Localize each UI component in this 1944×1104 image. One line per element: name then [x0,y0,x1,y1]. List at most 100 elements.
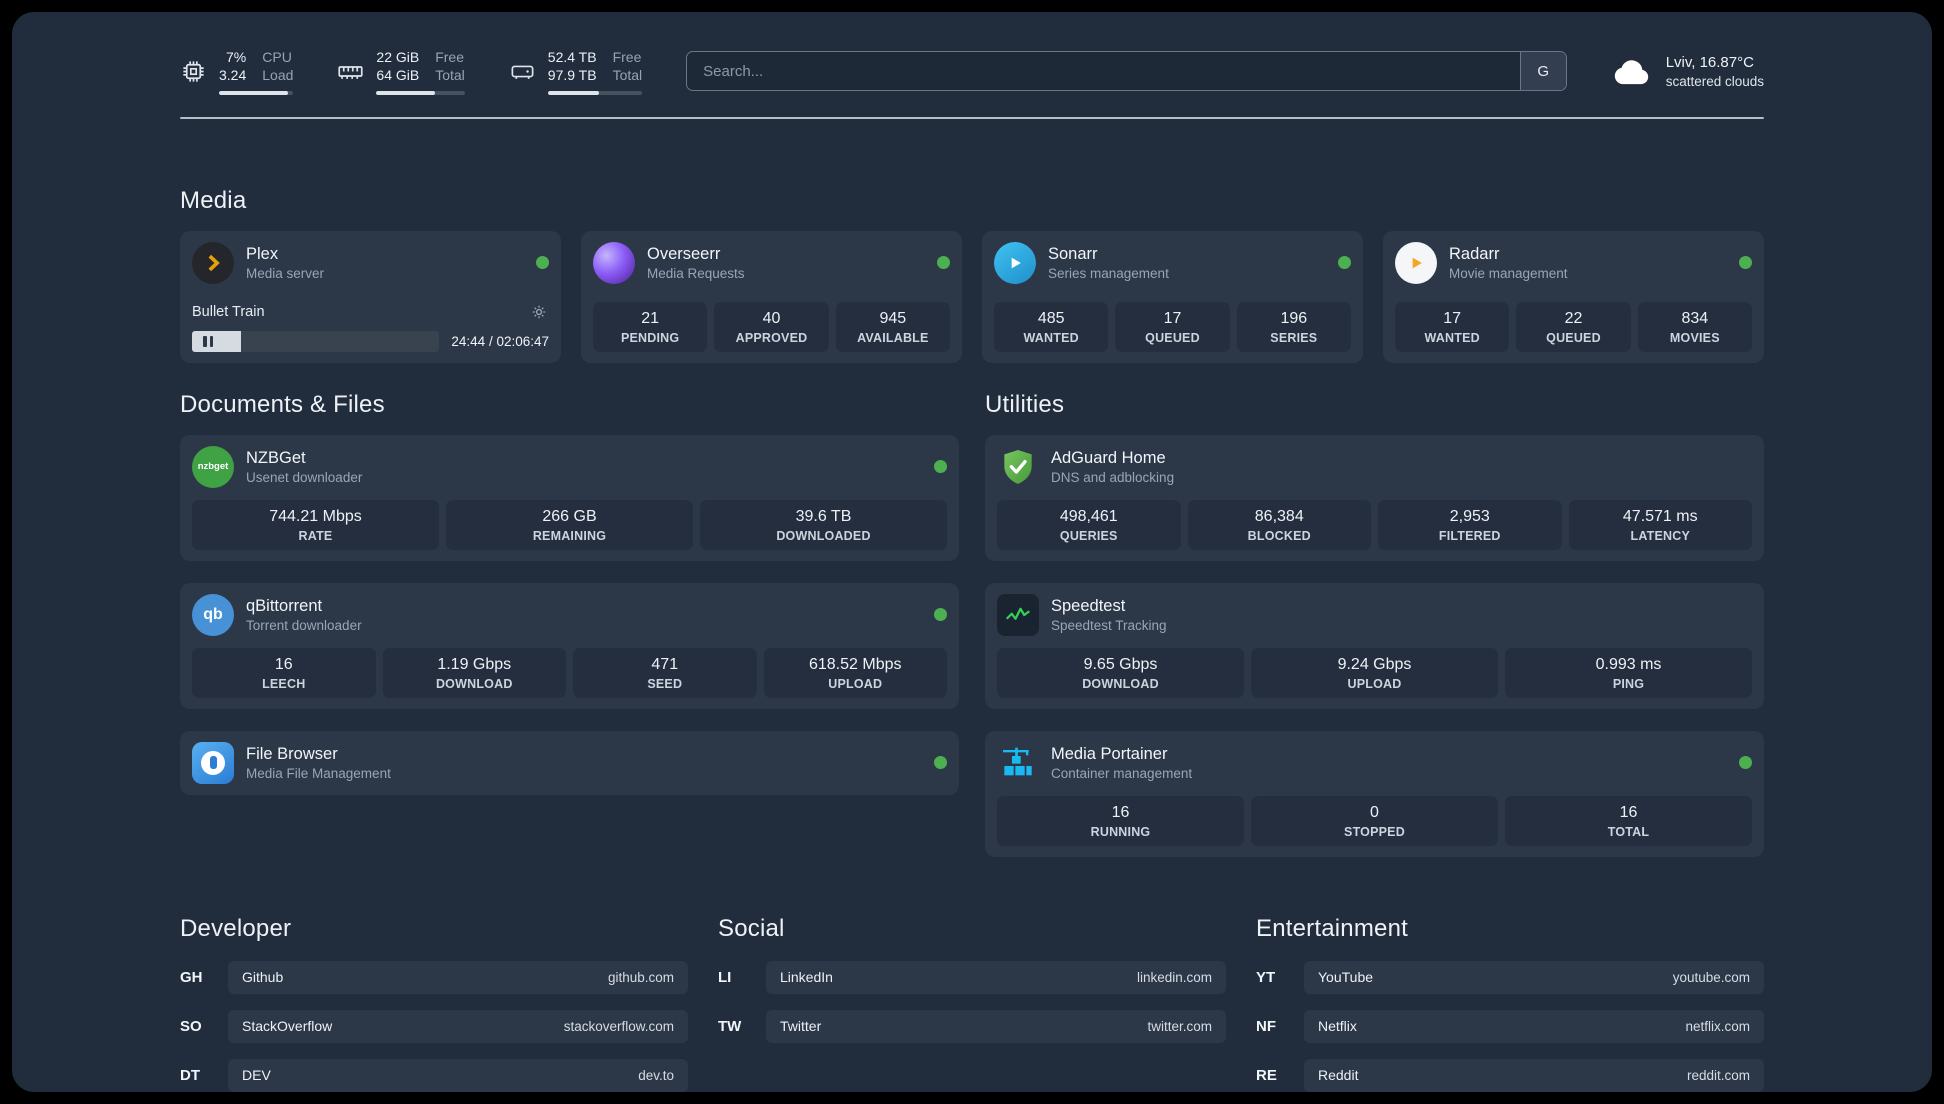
filebrowser-card: File Browser Media File Management [180,730,959,795]
plex-app-link[interactable]: Plex Media server [192,241,549,284]
bookmark-youtube: YT YouTube youtube.com [1256,960,1764,994]
portainer-card: Media Portainer Container management 16 … [985,730,1764,857]
bookmark-url: youtube.com [1672,969,1750,985]
disk-label-1: Free [612,49,642,65]
radarr-app-link[interactable]: Radarr Movie management [1395,241,1752,284]
bookmark-abbr: SO [180,1017,202,1035]
pause-icon[interactable] [192,330,224,352]
card-title: AdGuard Home [1051,448,1166,467]
plex-card: Plex Media server Bullet Train 24:44 / 0… [180,230,561,363]
stat-download: 9.65 Gbps DOWNLOAD [997,647,1244,698]
stat-label: PING [1612,676,1645,691]
stat-label: BLOCKED [1247,528,1311,543]
status-dot [937,256,950,270]
stat-downloaded: 39.6 TB DOWNLOADED [700,499,947,550]
bookmark-url: dev.to [638,1067,674,1083]
card-title: Radarr [1449,244,1500,263]
stat-value: 945 [879,309,907,327]
stat-blocked: 86,384 BLOCKED [1187,499,1371,550]
bookmark-name: Twitter [780,1018,822,1035]
cpu-label-1: CPU [262,49,292,65]
gear-icon[interactable] [529,302,549,322]
stat-label: UPLOAD [1347,676,1402,691]
portainer-app-link[interactable]: Media Portainer Container management [997,742,1752,784]
cpu-load-value: 3.24 [219,67,247,84]
stat-value: 16 [1619,803,1638,821]
bookmark-url: stackoverflow.com [563,1018,674,1034]
bookmark-reddit: RE Reddit reddit.com [1256,1058,1764,1092]
cpu-chip-icon [183,61,204,82]
stat-ping: 0.993 ms PING [1505,647,1752,698]
qbittorrent-icon-text: qb [203,605,223,623]
status-dot [1739,256,1752,270]
bookmark-link-linkedin[interactable]: LinkedIn linkedin.com [766,960,1226,994]
bookmark-link-youtube[interactable]: YouTube youtube.com [1304,960,1764,994]
stat-label: RUNNING [1090,824,1151,839]
status-dot [1338,256,1351,270]
weather-condition: scattered clouds [1665,73,1764,89]
disk-label-2: Total [612,67,643,84]
stat-value: 17 [1163,309,1182,327]
stat-value: 47.571 ms [1622,507,1698,525]
plex-icon [192,241,234,284]
filebrowser-app-link[interactable]: File Browser Media File Management [192,741,947,784]
section-documents: Documents & Files nzbget NZBGet Usenet d… [180,391,959,795]
qbittorrent-app-link[interactable]: qb qBittorrent Torrent downloader [192,593,947,636]
dashboard: 7% 3.24 CPU Load 22 GiB 64 GiB Free Tota… [12,12,1932,1092]
qbittorrent-card: qb qBittorrent Torrent downloader 16 LEE… [180,582,959,709]
search-input[interactable] [687,52,1520,91]
bookmarks-entertainment: Entertainment YT YouTube youtube.com NF … [1256,915,1764,1092]
bookmark-link-reddit[interactable]: Reddit reddit.com [1304,1058,1764,1092]
playback-progress-bar[interactable] [224,330,440,352]
bookmark-link-twitter[interactable]: Twitter twitter.com [766,1009,1226,1043]
nzbget-app-link[interactable]: nzbget NZBGet Usenet downloader [192,445,947,488]
stat-wanted: 485 WANTED [994,301,1109,352]
system-monitors: 7% 3.24 CPU Load 22 GiB 64 GiB Free Tota… [180,48,643,95]
stat-label: APPROVED [735,330,808,345]
bookmark-abbr: GH [180,968,203,986]
stat-value: 21 [641,309,660,327]
search-bar: G [686,51,1567,92]
bookmark-link-github[interactable]: Github github.com [228,960,688,994]
stat-value: 618.52 Mbps [808,655,902,673]
card-title: NZBGet [246,448,306,467]
section-title-developer: Developer [180,914,292,942]
disk-total-value: 97.9 TB [547,67,597,84]
bookmark-link-stackoverflow[interactable]: StackOverflow stackoverflow.com [228,1009,688,1043]
disk-progress-fill [547,90,599,95]
cpu-progress-bar [219,90,294,95]
sonarr-icon [994,241,1036,284]
nzbget-icon-text: nzbget [197,461,229,473]
section-utilities: Utilities AdGuard Home DNS and adblockin… [985,391,1764,857]
stat-pending: 21 PENDING [593,301,708,352]
bookmark-link-dev[interactable]: DEV dev.to [228,1058,688,1092]
cpu-monitor: 7% 3.24 CPU Load [180,48,294,95]
speedtest-app-link[interactable]: Speedtest Speedtest Tracking [997,593,1752,636]
stat-value: 86,384 [1254,507,1304,525]
stat-queued: 22 QUEUED [1516,301,1631,352]
status-dot [934,608,947,622]
stat-label: UPLOAD [828,676,883,691]
sonarr-app-link[interactable]: Sonarr Series management [994,241,1351,284]
card-subtitle: Movie management [1449,265,1568,281]
bookmark-url: github.com [607,969,674,985]
stat-value: 485 [1037,309,1065,327]
adguard-app-link[interactable]: AdGuard Home DNS and adblocking [997,446,1752,488]
bookmark-twitter: TW Twitter twitter.com [718,1009,1226,1043]
stat-label: DOWNLOAD [1082,676,1159,691]
stat-label: LATENCY [1630,528,1690,543]
overseerr-app-link[interactable]: Overseerr Media Requests [593,241,950,284]
status-dot [934,460,947,474]
bookmark-abbr: TW [718,1017,742,1035]
weather-widget[interactable]: Lviv, 16.87°C scattered clouds [1611,54,1764,89]
ram-total-value: 64 GiB [376,67,420,84]
disk-progress-bar [547,90,643,95]
card-subtitle: Series management [1048,265,1169,281]
card-subtitle: DNS and adblocking [1051,469,1175,485]
bookmark-stackoverflow: SO StackOverflow stackoverflow.com [180,1009,688,1043]
bookmark-name: YouTube [1318,969,1374,986]
search-engine-button[interactable]: G [1519,52,1566,91]
bookmark-link-netflix[interactable]: Netflix netflix.com [1304,1009,1764,1043]
section-title-entertainment: Entertainment [1256,914,1409,942]
card-subtitle: Torrent downloader [246,617,362,633]
